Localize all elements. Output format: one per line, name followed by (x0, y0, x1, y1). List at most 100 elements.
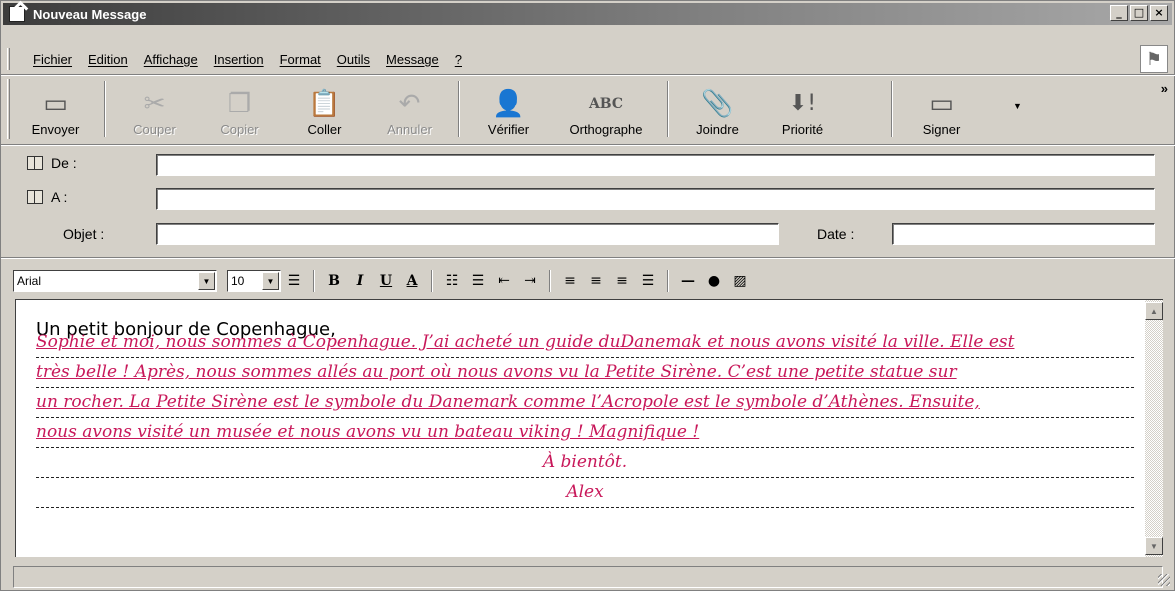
format-separator (667, 270, 669, 292)
toolbar-separator (891, 81, 893, 137)
subject-field[interactable] (156, 223, 779, 245)
cut-label: Couper (133, 122, 176, 137)
paste-icon: 📋 (308, 89, 341, 119)
new-message-icon (9, 6, 25, 22)
increase-indent-icon[interactable]: ⇥ (519, 270, 541, 292)
priority-label: Priorité (781, 122, 824, 137)
horizontal-line-icon[interactable]: — (677, 270, 699, 292)
bold-icon[interactable]: B (323, 270, 345, 292)
date-field[interactable] (892, 223, 1155, 245)
status-bar (13, 566, 1163, 588)
address-book-icon[interactable] (27, 190, 43, 204)
undo-icon: ↶ (398, 89, 421, 119)
toolbar-grip[interactable] (7, 79, 10, 139)
priority-button[interactable]: ⬇! Priorité (760, 77, 845, 141)
chevron-down-icon[interactable]: ▼ (262, 272, 279, 290)
from-label[interactable]: De : (27, 155, 77, 171)
date-label: Date : (817, 226, 855, 242)
chevron-down-icon[interactable]: ▼ (198, 272, 215, 290)
scissors-icon: ✂ (143, 89, 166, 119)
menu-message[interactable]: Message (386, 52, 439, 67)
bullet-list-icon[interactable]: ☰ (467, 270, 489, 292)
maximize-button[interactable]: □ (1130, 5, 1148, 21)
sign-button[interactable]: ▭ Signer (899, 77, 984, 141)
divider (1, 74, 1175, 76)
paragraph-style-icon[interactable]: ☰ (283, 270, 305, 292)
close-button[interactable]: × (1150, 5, 1168, 21)
menu-outils[interactable]: Outils (337, 52, 370, 67)
divider (1, 144, 1175, 146)
sign-label: Signer (922, 122, 961, 137)
menu-fichier[interactable]: Fichier (33, 52, 72, 67)
check-names-icon: 👤 (492, 89, 525, 119)
send-button[interactable]: ▭ Envoyer (13, 77, 98, 141)
toolbar-separator (458, 81, 460, 137)
subject-label: Objet : (63, 226, 105, 242)
paste-button[interactable]: 📋 Coller (282, 77, 367, 141)
italic-icon[interactable]: I (349, 270, 371, 292)
more-toolbar-icon[interactable]: » (1161, 81, 1168, 96)
align-center-icon[interactable]: ≡ (585, 270, 607, 292)
message-line: un rocher. La Petite Sirène est le symbo… (36, 388, 1134, 418)
menu-insertion[interactable]: Insertion (214, 52, 264, 67)
signature-line: Alex (36, 478, 1134, 508)
undo-button[interactable]: ↶ Annuler (367, 77, 452, 141)
message-window: Nouveau Message _ □ × Fichier Edition Af… (0, 0, 1175, 591)
title-bar[interactable]: Nouveau Message _ □ × (3, 3, 1172, 25)
spellcheck-icon: ABC (588, 96, 624, 112)
format-separator (549, 270, 551, 292)
menubar-grip[interactable] (7, 48, 10, 70)
menu-edition[interactable]: Edition (88, 52, 128, 67)
scroll-down-button[interactable]: ▼ (1145, 537, 1163, 555)
menu-format[interactable]: Format (280, 52, 321, 67)
align-right-icon[interactable]: ≡ (611, 270, 633, 292)
menu-help[interactable]: ? (455, 52, 462, 67)
windows-logo-icon: ⚑ (1140, 45, 1168, 73)
font-size-select[interactable]: 10 ▼ (227, 270, 281, 292)
to-field[interactable] (156, 188, 1155, 210)
message-line: Sophie et moi, nous sommes à Copenhague.… (36, 328, 1134, 358)
check-names-label: Vérifier (487, 122, 530, 137)
underline-icon[interactable]: U (375, 270, 397, 292)
send-label: Envoyer (31, 122, 80, 137)
divider (1, 257, 1175, 259)
justify-icon[interactable]: ☰ (637, 270, 659, 292)
undo-label: Annuler (387, 122, 432, 137)
toolbar-separator (667, 81, 669, 137)
menu-bar: Fichier Edition Affichage Insertion Form… (13, 48, 1134, 70)
message-line: très belle ! Après, nous sommes allés au… (36, 358, 1134, 388)
font-select[interactable]: Arial ▼ (13, 270, 217, 292)
align-left-icon[interactable]: ≡ (559, 270, 581, 292)
send-icon: ▭ (43, 89, 68, 119)
spellcheck-label: Orthographe (569, 122, 643, 137)
insert-picture-icon[interactable]: ▨ (729, 270, 751, 292)
address-book-icon[interactable] (27, 156, 43, 170)
decrease-indent-icon[interactable]: ⇤ (493, 270, 515, 292)
resize-grip-icon[interactable] (1158, 574, 1170, 586)
scroll-up-button[interactable]: ▲ (1145, 302, 1163, 320)
hyperlink-icon[interactable]: ● (703, 270, 725, 292)
format-separator (431, 270, 433, 292)
priority-icon: ⬇! (788, 91, 817, 116)
from-field[interactable] (156, 154, 1155, 176)
attach-button[interactable]: 📎 Joindre (675, 77, 760, 141)
attach-label: Joindre (696, 122, 739, 137)
menu-affichage[interactable]: Affichage (144, 52, 198, 67)
minimize-button[interactable]: _ (1110, 5, 1128, 21)
sign-icon: ▭ (929, 89, 954, 119)
formatting-toolbar: Arial ▼ 10 ▼ ☰ B I U A ☷ ☰ ⇤ ⇥ ≡ ≡ ≡ ☰ —… (13, 266, 1163, 296)
font-color-icon[interactable]: A (401, 270, 423, 292)
vertical-scrollbar[interactable]: ▲ ▼ (1145, 299, 1163, 557)
toolbar-separator (104, 81, 106, 137)
copy-button[interactable]: ❐ Copier (197, 77, 282, 141)
priority-dropdown[interactable] (845, 77, 885, 141)
spellcheck-button[interactable]: ABC Orthographe (551, 77, 661, 141)
check-names-button[interactable]: 👤 Vérifier (466, 77, 551, 141)
message-body[interactable]: Un petit bonjour de Copenhague, Sophie e… (15, 299, 1145, 557)
numbered-list-icon[interactable]: ☷ (441, 270, 463, 292)
cut-button[interactable]: ✂ Couper (112, 77, 197, 141)
closing-line: À bientôt. (36, 448, 1134, 478)
to-label[interactable]: A : (27, 189, 67, 205)
copy-label: Copier (220, 122, 259, 137)
chevron-down-icon[interactable]: ▼ (1013, 101, 1022, 111)
